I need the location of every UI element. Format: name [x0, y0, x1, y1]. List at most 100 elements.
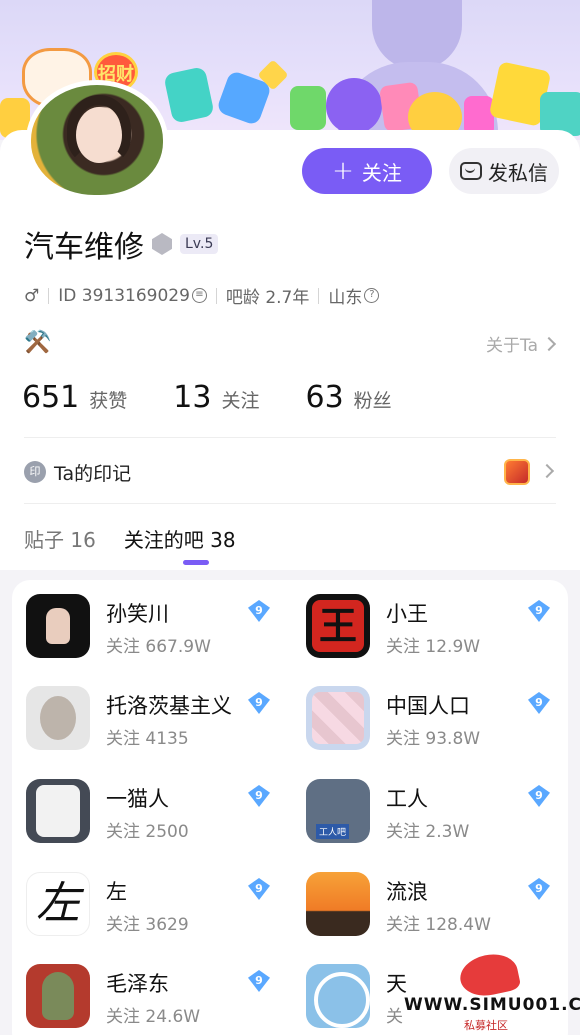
level-gem-icon: 9: [248, 785, 270, 807]
divider: [24, 503, 556, 504]
stat-value: 63: [305, 380, 344, 415]
list-item[interactable]: 毛泽东 关注 24.6W 9: [26, 964, 288, 1030]
level-gem-icon: 9: [528, 878, 550, 900]
mark-row[interactable]: 印 Ta的印记: [24, 456, 556, 488]
level-gem-icon: 9: [248, 878, 270, 900]
message-button-label: 发私信: [488, 160, 548, 185]
forum-thumb: [306, 872, 370, 936]
mark-label: Ta的印记: [54, 462, 132, 485]
forum-name: 流浪: [386, 880, 428, 904]
help-icon[interactable]: ?: [364, 288, 380, 303]
forum-followers: 关注 2500: [106, 822, 189, 842]
watermark-logo-icon: [456, 949, 522, 1001]
stat-value: 13: [173, 380, 212, 415]
forum-thumb-text: 王: [312, 600, 364, 652]
stat-value: 651: [22, 380, 80, 415]
forum-followers: 关注 128.4W: [386, 915, 491, 935]
forum-thumb-caption: 工人吧: [316, 824, 350, 839]
stat-fans[interactable]: 63 粉丝: [305, 380, 391, 415]
forum-age: 吧龄 2.7年: [225, 288, 310, 308]
forum-followers: 关注 667.9W: [106, 637, 211, 657]
list-item[interactable]: 工人吧 工人 关注 2.3W 9: [306, 779, 568, 845]
level-gem-icon: 9: [248, 692, 270, 714]
list-item[interactable]: 中国人口 关注 93.8W 9: [306, 686, 568, 752]
stat-label: 获赞: [89, 390, 128, 412]
profile-meta: ♂ ID 3913169029 ≡ 吧龄 2.7年 山东 ?: [24, 283, 380, 308]
divider: [24, 437, 556, 438]
watermark-subtext: 私募社区: [464, 1019, 508, 1032]
stat-label: 粉丝: [353, 390, 392, 412]
shield-icon: [152, 233, 172, 255]
stat-following[interactable]: 13 关注: [173, 380, 259, 415]
list-item[interactable]: 托洛茨基主义 关注 4135 9: [26, 686, 288, 752]
forum-name: 左: [106, 880, 127, 904]
list-item[interactable]: 孙笑川 关注 667.9W 9: [26, 594, 288, 660]
level-gem-icon: 9: [528, 600, 550, 622]
about-link[interactable]: 关于Ta: [486, 331, 557, 356]
username-row: 汽车维修 Lv.5: [24, 222, 219, 266]
forum-thumb: [26, 686, 90, 750]
plus-icon: +: [332, 156, 354, 186]
forum-name: 毛泽东: [106, 972, 169, 996]
avatar-face: [76, 107, 122, 163]
mail-icon: [460, 162, 482, 180]
forum-name: 工人: [386, 787, 428, 811]
chevron-right-icon: [541, 336, 557, 351]
follow-button[interactable]: + 关注: [302, 148, 432, 194]
watermark-text: WWW.SIMU001.CN: [404, 995, 580, 1015]
username: 汽车维修: [24, 230, 144, 265]
forum-thumb: [306, 964, 370, 1028]
forum-followers: 关注 2.3W: [386, 822, 470, 842]
forum-name: 小王: [386, 602, 428, 626]
forum-followers: 关注 93.8W: [386, 729, 481, 749]
forum-name: 托洛茨基主义: [106, 694, 232, 718]
tab-indicator: [183, 560, 209, 565]
list-item[interactable]: 王 小王 关注 12.9W 9: [306, 594, 568, 660]
list-item[interactable]: 流浪 关注 128.4W 9: [306, 872, 568, 938]
forum-thumb: 左: [26, 872, 90, 936]
forum-followers: 关注 4135: [106, 729, 189, 749]
tab-followed-forums[interactable]: 关注的吧 38: [124, 524, 236, 553]
level-badge: Lv.5: [180, 234, 219, 254]
user-id: ID 3913169029: [58, 285, 190, 306]
copy-icon[interactable]: ≡: [191, 288, 207, 303]
seal-icon: 印: [24, 461, 46, 483]
profile-page: 招财 + 关注 发私信 汽车维修 Lv.5 ♂ ID 3913169029 ≡: [0, 0, 580, 1035]
divider: [48, 287, 50, 304]
list-item[interactable]: 一猫人 关注 2500 9: [26, 779, 288, 845]
stats-row: 651 获赞 13 关注 63 粉丝: [22, 380, 392, 415]
tools-icon: ⚒️: [24, 330, 52, 355]
forum-followers: 关: [386, 1007, 403, 1027]
level-gem-icon: 9: [528, 785, 550, 807]
level-gem-icon: 9: [528, 692, 550, 714]
banner-silhouette-head: [372, 0, 462, 70]
chevron-right-icon: [539, 463, 555, 479]
forum-thumb: [26, 779, 90, 843]
about-link-label: 关于Ta: [486, 336, 538, 356]
divider: [215, 287, 217, 304]
tab-bar: 贴子 16 关注的吧 38: [24, 524, 236, 553]
gender-icon: ♂: [24, 285, 40, 306]
follow-button-label: 关注: [361, 160, 402, 185]
message-button[interactable]: 发私信: [449, 148, 559, 194]
forum-followers: 关注 3629: [106, 915, 189, 935]
tab-posts[interactable]: 贴子 16: [24, 524, 96, 553]
stat-likes[interactable]: 651 获赞: [22, 380, 127, 415]
forum-thumb: [26, 964, 90, 1028]
level-gem-icon: 9: [248, 600, 270, 622]
forum-thumb: [306, 686, 370, 750]
forum-name: 孙笑川: [106, 602, 169, 626]
banner-sticker: [290, 86, 326, 130]
avatar[interactable]: [26, 80, 168, 200]
forum-followers: 关注 12.9W: [386, 637, 481, 657]
forum-thumb: [26, 594, 90, 658]
list-item[interactable]: 左 左 关注 3629 9: [26, 872, 288, 938]
forum-name: 中国人口: [386, 694, 470, 718]
planet-sticker: [326, 78, 382, 134]
forum-thumb: 工人吧: [306, 779, 370, 843]
divider: [318, 287, 320, 304]
mark-badge-icon: [504, 459, 530, 485]
level-gem-icon: 9: [248, 970, 270, 992]
banner-sticker: [163, 66, 215, 124]
stat-label: 关注: [221, 390, 260, 412]
